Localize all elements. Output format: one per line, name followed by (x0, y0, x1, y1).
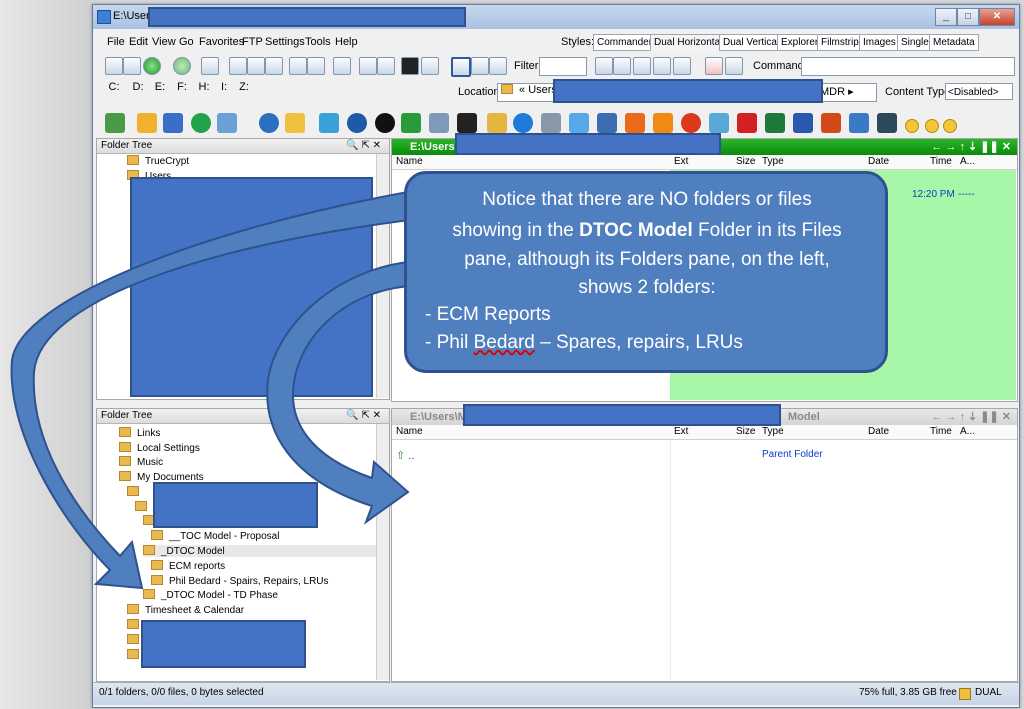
callout-text: – Spares, repairs, LRUs (534, 332, 743, 353)
callout-text: Bedard (473, 332, 535, 353)
arrow-to-files (266, 260, 412, 525)
callout-line: pane, although its Folders pane, on the … (464, 249, 830, 270)
annotation-callout: Notice that there are NO folders or file… (404, 171, 888, 373)
callout-text: Folder in its Files (692, 220, 842, 241)
callout-bullet: - Phil Bedard – Spares, repairs, LRUs (425, 329, 743, 357)
arrow-to-tree (10, 190, 412, 590)
callout-text: - Phil (425, 332, 474, 353)
callout-line: showing in the DTOC Model Folder in its … (425, 217, 869, 245)
callout-bullet: - ECM Reports (425, 304, 551, 325)
callout-bold: DTOC Model (579, 220, 693, 241)
callout-line: shows 2 folders: (578, 277, 716, 298)
callout-text: showing in the (452, 220, 580, 241)
callout-line: Notice that there are NO folders or file… (482, 189, 812, 210)
